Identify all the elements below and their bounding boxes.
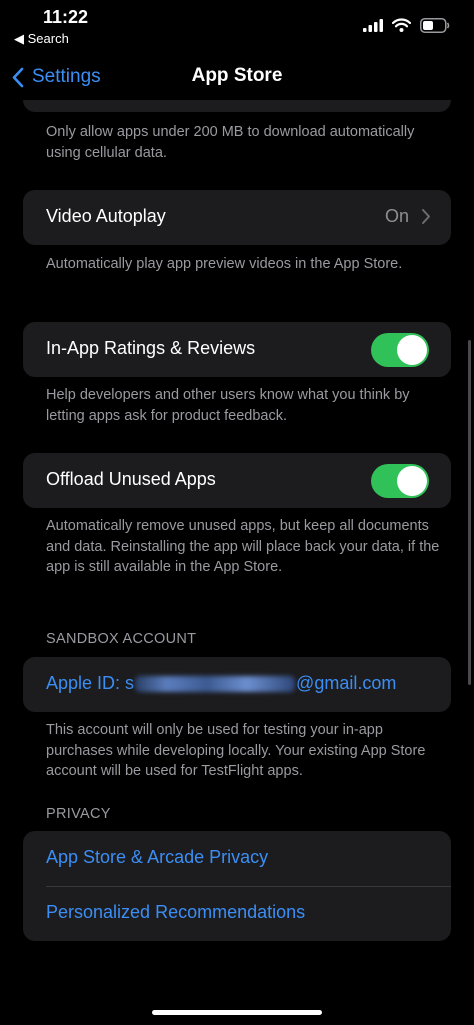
back-to-app-link[interactable]: ◀ Search [14,31,69,47]
chevron-right-icon [422,209,430,224]
privacy-header: PRIVACY [46,806,111,822]
redacted-email-blur [135,676,296,693]
sandbox-account-footnote: This account will only be used for testi… [46,722,426,779]
privacy-item-label: Personalized Recommendations [46,902,306,922]
in-app-ratings-card: In-App Ratings & Reviews [23,322,451,377]
in-app-ratings-toggle[interactable] [371,333,429,367]
wifi-icon [392,18,411,32]
in-app-ratings-label: In-App Ratings & Reviews [46,338,256,358]
cellular-signal-icon [363,18,383,32]
offload-unused-footnote: Automatically remove unused apps, but ke… [46,518,440,575]
offload-unused-row: Offload Unused Apps [23,453,451,508]
apple-id-link: Apple ID: s @gmail.com [46,673,396,694]
in-app-ratings-footnote: Help developers and other users know wha… [46,387,410,424]
back-triangle-icon: ◀ [14,31,24,46]
toggle-knob [397,335,427,365]
apple-id-suffix: @gmail.com [296,673,397,693]
apple-id-prefix: Apple ID: s [46,673,135,693]
scroll-indicator[interactable] [468,340,471,685]
back-app-label: Search [27,31,69,46]
privacy-item-arcade[interactable]: App Store & Arcade Privacy [23,831,451,886]
offload-unused-card: Offload Unused Apps [23,453,451,508]
navigation-bar: Settings App Store [0,56,474,100]
offload-unused-label: Offload Unused Apps [46,469,216,489]
video-autoplay-row[interactable]: Video Autoplay On [23,190,451,245]
video-autoplay-label: Video Autoplay [46,206,166,226]
status-time: 11:22 [43,7,89,27]
home-indicator[interactable] [152,1010,322,1015]
battery-icon [420,17,450,33]
apple-id-row[interactable]: Apple ID: s @gmail.com [23,657,451,712]
video-autoplay-card: Video Autoplay On [23,190,451,245]
privacy-item-label: App Store & Arcade Privacy [46,847,269,867]
video-autoplay-value: On [384,206,409,226]
video-autoplay-footnote: Automatically play app preview videos in… [46,256,403,272]
sandbox-account-header: SANDBOX ACCOUNT [46,631,197,647]
status-icons [363,15,450,35]
toggle-knob [397,466,427,496]
previous-card-edge [23,100,451,112]
status-bar: 11:22 ◀ Search [0,0,474,56]
privacy-item-recommendations[interactable]: Personalized Recommendations [23,886,451,941]
sandbox-account-card: Apple ID: s @gmail.com [23,657,451,712]
offload-unused-toggle[interactable] [371,464,429,498]
cellular-downloads-footnote: Only allow apps under 200 MB to download… [46,124,415,161]
settings-list[interactable]: Only allow apps under 200 MB to download… [0,100,474,1000]
page-title: App Store [191,65,283,86]
in-app-ratings-row: In-App Ratings & Reviews [23,322,451,377]
privacy-card: App Store & Arcade Privacy Personalized … [23,831,451,941]
